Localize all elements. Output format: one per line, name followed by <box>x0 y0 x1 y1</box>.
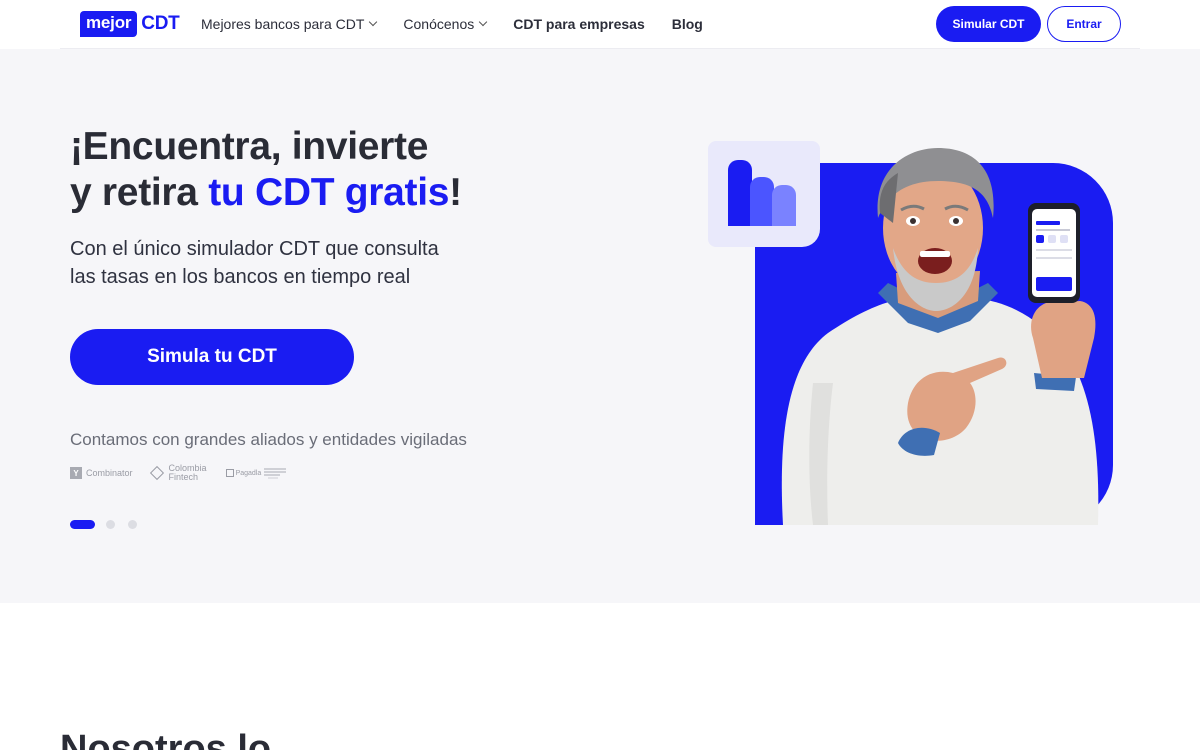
superfinanciera-logo: Pagadla <box>225 467 287 479</box>
nav-label: Blog <box>671 16 703 32</box>
colombia-fintech-logo: Colombia Fintech <box>149 464 207 482</box>
nav-item-blog[interactable]: Blog <box>672 16 703 32</box>
logo-badge: mejor <box>80 10 138 37</box>
hero-section: ¡Encuentra, invierte y retira tu CDT gra… <box>0 49 1200 603</box>
hero-illustration <box>708 133 1118 525</box>
hero-title: ¡Encuentra, invierte y retira tu CDT gra… <box>70 124 462 216</box>
logo-text: CDT <box>141 12 180 34</box>
section-title: Nosotros lo <box>60 728 272 750</box>
ycombinator-logo: Y Combinator <box>70 467 133 479</box>
fintech-line2: Fintech <box>168 472 199 482</box>
smiling-man-photo <box>781 148 1099 525</box>
mejorcdt-logo[interactable]: mejor CDT <box>80 10 180 37</box>
hero-subtitle-line2: las tasas en los bancos en tiempo real <box>70 266 411 288</box>
diamond-icon <box>149 465 164 481</box>
entity-text-icon <box>264 468 287 479</box>
nav-item-mejores-bancos[interactable]: Mejores bancos para CDT <box>201 16 378 32</box>
site-header: mejor CDT Mejores bancos para CDT Conóce… <box>0 0 1200 48</box>
main-nav: Mejores bancos para CDT Conócenos CDT pa… <box>201 0 730 48</box>
login-button[interactable]: Entrar <box>1047 6 1121 42</box>
yc-name: Combinator <box>86 467 133 478</box>
carousel-dots <box>70 520 150 529</box>
carousel-dot-3[interactable] <box>128 520 137 529</box>
pg-name: Pagadla <box>235 469 262 477</box>
chevron-down-icon <box>369 17 378 27</box>
chevron-down-icon <box>478 17 488 27</box>
hero-title-suffix: ! <box>449 171 462 214</box>
partner-logos: Y Combinator Colombia Fintech Pagadla <box>70 464 305 482</box>
hero-title-prefix: y retira <box>70 171 209 214</box>
nav-label: CDT para empresas <box>513 16 645 32</box>
yc-mark: Y <box>70 467 82 479</box>
simulate-cdt-button[interactable]: Simular CDT <box>936 6 1041 42</box>
carousel-dot-1[interactable] <box>70 520 95 529</box>
nav-item-cdt-empresas[interactable]: CDT para empresas <box>513 16 645 32</box>
building-icon <box>225 469 234 477</box>
nav-item-conocenos[interactable]: Conócenos <box>403 16 488 32</box>
allies-text: Contamos con grandes aliados y entidades… <box>70 430 467 449</box>
hero-title-accent: tu CDT gratis <box>208 171 450 214</box>
simulate-cta-button[interactable]: Simula tu CDT <box>70 329 354 385</box>
hero-subtitle-line1: Con el único simulador CDT que consulta <box>70 238 439 260</box>
hero-subtitle: Con el único simulador CDT que consulta … <box>70 235 490 291</box>
nav-label: Mejores bancos para CDT <box>201 16 365 32</box>
carousel-dot-2[interactable] <box>106 520 115 529</box>
nav-label: Conócenos <box>403 16 475 32</box>
hero-title-line1: ¡Encuentra, invierte <box>70 125 429 168</box>
